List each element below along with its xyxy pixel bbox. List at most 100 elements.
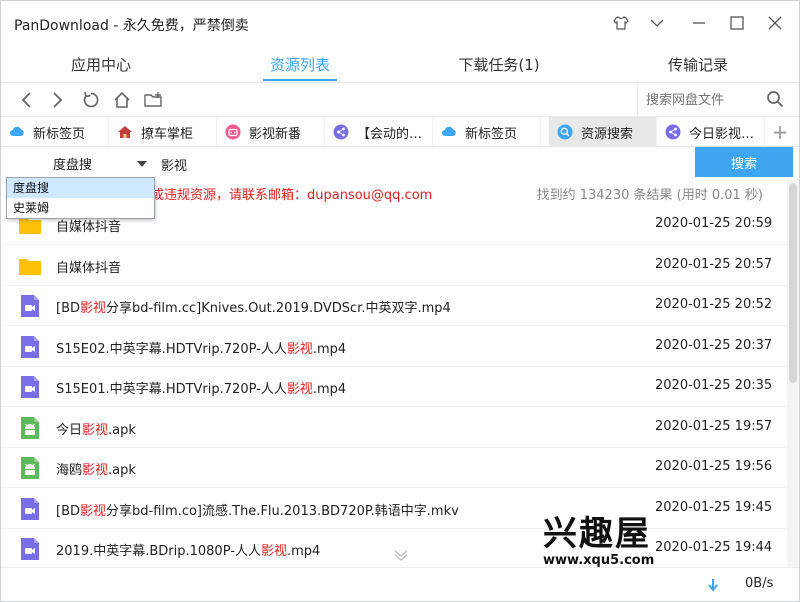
share-icon: [665, 124, 681, 140]
file-name: [BD影视分享bd-film.cc]Knives.Out.2019.DVDScr…: [56, 297, 451, 316]
file-name-text: .mp4: [312, 341, 347, 357]
disk-search-box: [637, 83, 793, 117]
search-query-input[interactable]: 影视: [161, 155, 187, 174]
dropdown-option[interactable]: 史莱姆: [7, 198, 154, 218]
refresh-icon[interactable]: [79, 88, 103, 112]
search-icon[interactable]: [766, 90, 784, 112]
file-name: 2019.中英字幕.BDrip.1080P-人人影视.mp4: [56, 540, 320, 559]
file-row[interactable]: 今日影视.apk 2020-01-25 19:57: [1, 408, 787, 448]
window-title: PanDownload - 永久免费，严禁倒卖: [14, 18, 249, 34]
video-file-icon: [18, 294, 42, 318]
disk-search-input[interactable]: [646, 90, 764, 110]
file-name-highlight: 影视: [286, 341, 313, 357]
file-date: 2020-01-25 19:56: [655, 459, 773, 474]
browser-toolbar: [1, 83, 799, 117]
browser-tab-active[interactable]: 资源搜索: [549, 117, 657, 147]
file-date: 2020-01-25 20:52: [655, 297, 773, 312]
engine-dropdown: 度盘搜 史莱姆: [6, 177, 155, 219]
browser-tab-label: 新标签页: [33, 126, 86, 142]
close-icon[interactable]: [761, 9, 789, 37]
bilibili-icon: [225, 124, 241, 140]
browser-tab[interactable]: 【会动的…: [325, 117, 433, 147]
file-row[interactable]: S15E02.中英字幕.HDTVrip.720P-人人影视.mp4 2020-01…: [1, 327, 787, 367]
browser-tab[interactable]: 今日影视…: [657, 117, 765, 147]
search-button[interactable]: 搜索: [695, 147, 793, 177]
file-row[interactable]: 海鸥影视.apk 2020-01-25 19:56: [1, 448, 787, 488]
folder-icon: [18, 254, 42, 278]
home-icon: [117, 124, 133, 140]
home-icon[interactable]: [110, 88, 134, 112]
file-row[interactable]: S15E01.中英字幕.HDTVrip.720P-人人影视.mp4 2020-01…: [1, 367, 787, 407]
file-row[interactable]: 自媒体抖音 2020-01-25 20:57: [1, 246, 787, 286]
file-name: [BD影视分享bd-film.co]流感.The.Flu.2013.BD720P…: [56, 500, 459, 519]
file-name: S15E02.中英字幕.HDTVrip.720P-人人影视.mp4: [56, 338, 346, 357]
app-window: PanDownload - 永久免费，严禁倒卖 应用中心 资源列表 下载任务(1…: [0, 0, 800, 602]
scrollbar[interactable]: [787, 179, 799, 567]
tab-label: 传输记录: [667, 55, 728, 74]
dropdown-option[interactable]: 度盘搜: [7, 178, 154, 198]
skin-icon[interactable]: [607, 9, 635, 37]
scrollbar-thumb[interactable]: [789, 183, 797, 383]
file-row[interactable]: [BD影视分享bd-film.cc]Knives.Out.2019.DVDScr…: [1, 286, 787, 326]
caret-down-icon: [137, 161, 147, 167]
file-date: 2020-01-25 19:57: [655, 418, 773, 434]
browser-tab-label: 撩车掌柜: [141, 126, 194, 142]
tab-transfer-history[interactable]: 传输记录: [618, 45, 778, 83]
copyright-notice: 或违规资源，请联系邮箱：dupansou@qq.com: [151, 188, 433, 203]
file-name-text: 分享bd-film.co]流感.The.Flu.2013.BD720P.韩语中字…: [106, 503, 459, 519]
file-name-text: 自媒体抖音: [56, 220, 122, 235]
maximize-icon[interactable]: [723, 9, 751, 37]
menu-chevron-icon[interactable]: [643, 9, 671, 37]
video-file-icon: [18, 375, 42, 399]
main-nav-tabs: 应用中心 资源列表 下载任务(1) 传输记录: [1, 45, 799, 83]
android-apk-icon: [18, 416, 42, 440]
download-speed: 0B/s: [745, 576, 774, 591]
minimize-icon[interactable]: [685, 9, 713, 37]
file-name-highlight: 影视: [82, 422, 109, 438]
browser-tab[interactable]: 影视新番: [217, 117, 325, 147]
resource-search-row: 度盘搜 影视 搜索: [1, 147, 799, 179]
file-name-text: [BD: [56, 301, 81, 316]
new-tab-plus-icon[interactable]: +: [769, 120, 791, 144]
watermark-title: 兴趣屋: [543, 514, 651, 554]
file-date: 2020-01-25 20:57: [655, 256, 773, 272]
file-name-text: 2019.中英字幕.BDrip.1080P-人人: [56, 544, 261, 559]
file-name-text: S15E02.中英字幕.HDTVrip.720P-人人: [56, 341, 287, 357]
back-icon[interactable]: [15, 88, 39, 112]
browser-tabs: 新标签页 撩车掌柜 影视新番 【会动的… 新标签页 资源搜索 今日影视… +: [1, 117, 799, 147]
file-name: 自媒体抖音: [56, 257, 121, 276]
tab-label: 资源列表: [269, 55, 330, 74]
file-name-text: 分享bd-film.cc]Knives.Out.2019.DVDScr.中英双字…: [106, 301, 451, 316]
browser-tab-label: 今日影视…: [689, 126, 755, 142]
file-name-text: .apk: [108, 422, 136, 438]
browser-tab[interactable]: 撩车掌柜: [109, 117, 217, 147]
file-name-highlight: 影视: [260, 544, 287, 559]
browser-tab[interactable]: 新标签页: [1, 117, 109, 147]
file-name: 今日影视.apk: [56, 419, 136, 438]
video-file-icon: [18, 335, 42, 359]
file-name-highlight: 影视: [80, 503, 107, 519]
engine-select[interactable]: 度盘搜: [5, 149, 153, 177]
new-folder-icon[interactable]: [142, 88, 166, 112]
cloud-icon: [9, 124, 25, 140]
title-bar: PanDownload - 永久免费，严禁倒卖: [1, 1, 799, 45]
tab-downloads[interactable]: 下载任务(1): [419, 45, 579, 83]
browser-tab-label: 【会动的…: [357, 126, 423, 142]
tab-label: 下载任务(1): [458, 55, 540, 74]
scroll-down-chevron-icon[interactable]: [393, 546, 409, 565]
browser-tab[interactable]: 新标签页: [433, 117, 541, 147]
tab-resource-list[interactable]: 资源列表: [220, 45, 380, 83]
file-name-text: 海鸥: [56, 463, 83, 478]
file-name-highlight: 影视: [286, 382, 313, 397]
video-file-icon: [18, 497, 42, 521]
browser-tab-label: 影视新番: [249, 126, 302, 142]
browser-tab-label: 资源搜索: [581, 126, 634, 142]
watermark-url: www.xqu5.com: [543, 553, 655, 568]
forward-icon[interactable]: [45, 88, 69, 112]
tab-app-center[interactable]: 应用中心: [21, 45, 181, 83]
tab-label: 应用中心: [70, 55, 131, 74]
video-file-icon: [18, 537, 42, 561]
file-name-text: .apk: [108, 463, 136, 478]
file-name-text: .mp4: [286, 544, 321, 559]
file-name: 海鸥影视.apk: [56, 459, 136, 478]
